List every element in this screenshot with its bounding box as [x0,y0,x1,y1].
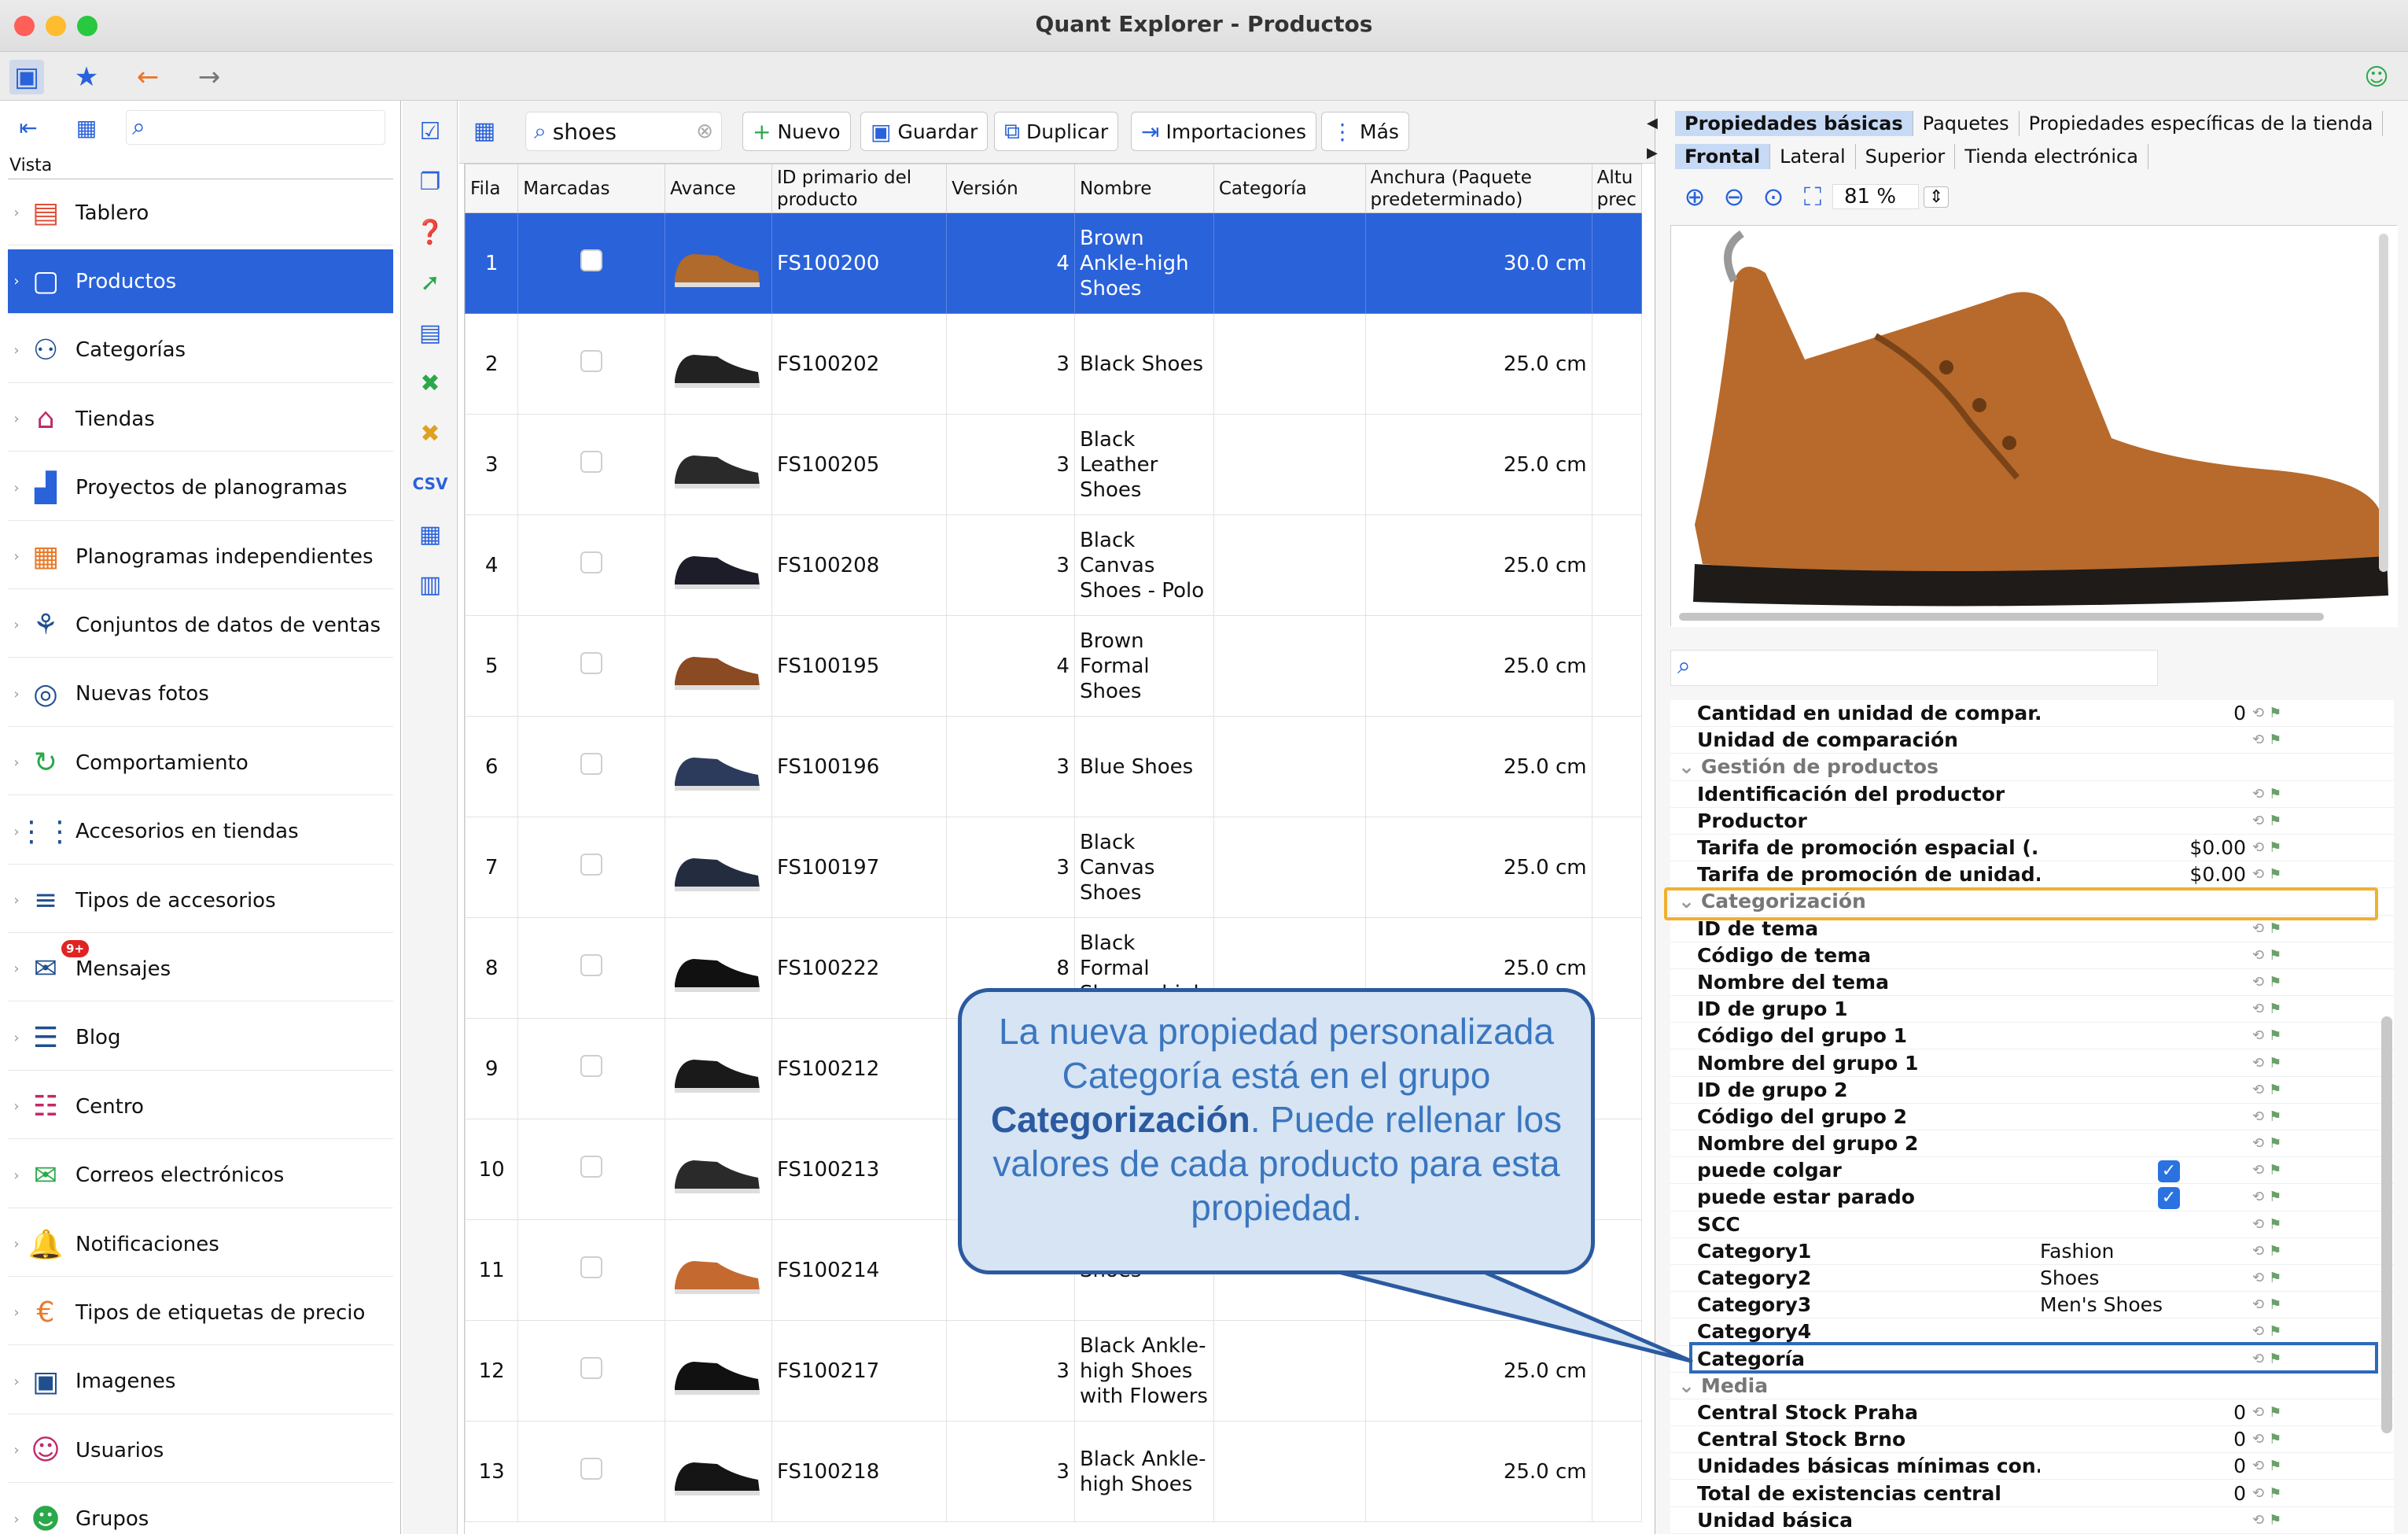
callout-tooltip: La nueva propiedad personalizada Categor… [958,988,1595,1274]
callout-pointer [1328,1267,1693,1363]
